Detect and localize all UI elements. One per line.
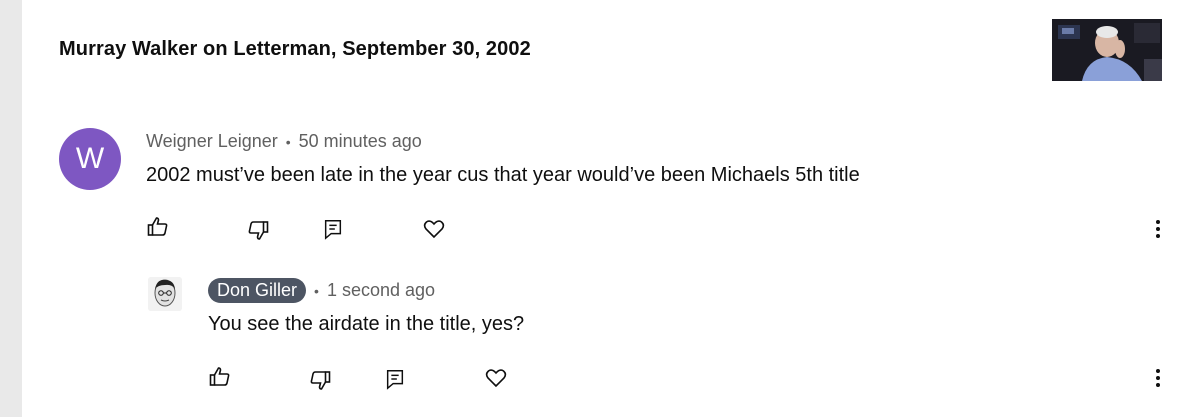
avatar[interactable]: W <box>59 128 121 190</box>
reply-icon <box>386 370 404 390</box>
separator-dot: • <box>285 133 291 150</box>
more-vert-icon <box>1156 220 1160 238</box>
reply-reply-button[interactable] <box>381 365 409 393</box>
like-button[interactable] <box>144 213 172 241</box>
reply-text: You see the airdate in the title, yes? <box>208 313 525 335</box>
separator-dot: • <box>314 282 319 299</box>
reply-time[interactable]: 1 second ago <box>327 280 435 301</box>
reply-meta: Don Giller • 1 second ago <box>208 278 435 303</box>
more-options-button[interactable] <box>1150 215 1166 243</box>
video-title[interactable]: Murray Walker on Letterman, September 30… <box>59 38 531 61</box>
comment-meta: Weigner Leigner • 50 minutes ago <box>146 131 422 152</box>
reply-more-options-button[interactable] <box>1150 364 1166 392</box>
dislike-button[interactable] <box>244 216 272 244</box>
video-thumbnail[interactable] <box>1052 19 1162 81</box>
reply-button[interactable] <box>319 215 347 243</box>
avatar-letter: W <box>75 142 105 175</box>
reply-dislike-button[interactable] <box>306 366 334 394</box>
heart-button[interactable] <box>420 215 448 243</box>
comment-time[interactable]: 50 minutes ago <box>299 131 422 152</box>
reply-author-badge[interactable]: Don Giller <box>208 278 307 303</box>
reply-like-button[interactable] <box>206 363 234 391</box>
heart-icon <box>423 220 445 239</box>
thumbs-up-icon <box>209 367 230 386</box>
comment-panel: Murray Walker on Letterman, September 30… <box>22 0 1200 417</box>
thumbs-down-icon <box>310 371 331 390</box>
reply-avatar[interactable] <box>148 277 182 311</box>
reply-heart-button[interactable] <box>482 364 510 392</box>
comment-text: 2002 must’ve been late in the year cus t… <box>146 164 860 186</box>
thumbs-up-icon <box>147 217 168 236</box>
thumbs-down-icon <box>248 221 269 240</box>
more-vert-icon <box>1156 369 1160 387</box>
reply-icon <box>324 220 342 240</box>
heart-icon <box>485 369 507 388</box>
comment-author[interactable]: Weigner Leigner <box>146 131 278 152</box>
